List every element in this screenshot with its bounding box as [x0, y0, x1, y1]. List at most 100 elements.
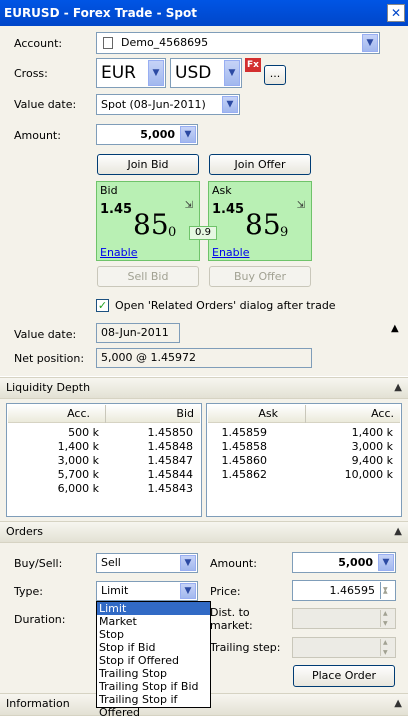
bid-label: Bid [100, 184, 118, 197]
order-amount-value: 5,000 [338, 556, 373, 569]
amount-value: 5,000 [140, 128, 175, 141]
ask-depth-col-acc: Acc. [371, 407, 394, 420]
type-option[interactable]: Trailing Stop [97, 667, 210, 680]
value-date-select[interactable]: Spot (08-Jun-2011) [96, 94, 240, 115]
buysell-select[interactable]: Sell [96, 553, 198, 573]
table-row[interactable]: 1.45860 9,400 k [207, 454, 401, 468]
cross-quote-select[interactable]: USD [170, 58, 242, 88]
bid-depth-col-acc: Acc. [67, 407, 90, 420]
collapse-caret-icon[interactable]: ▲ [394, 694, 402, 714]
table-cell: 1.45844 [147, 468, 194, 481]
ask-big-figure: 1.45 [212, 202, 245, 217]
ask-pips: 85 [245, 208, 281, 241]
bid-fraction: 0 [168, 225, 177, 240]
type-select[interactable]: Limit [96, 581, 198, 601]
chevron-down-icon[interactable] [180, 126, 196, 143]
collapse-caret-icon[interactable]: ▲ [394, 378, 402, 398]
chevron-down-icon[interactable] [180, 555, 196, 571]
spread-badge: 0.9 [189, 226, 217, 240]
table-cell: 1.45848 [147, 440, 194, 453]
table-cell: 9,400 k [351, 454, 393, 467]
type-option[interactable]: Stop [97, 628, 210, 641]
bid-big-figure: 1.45 [100, 202, 133, 217]
bid-quote-tile[interactable]: Bid ⇲ 1.45 85 0 Enable [96, 181, 200, 261]
sell-bid-button[interactable]: Sell Bid [97, 266, 199, 287]
ask-depth-table: Ask Acc. 1.45859 1,400 k 1.45858 3,000 k 1.4… [206, 403, 402, 517]
bid-depth-table-header: Acc. Bid [8, 405, 200, 423]
table-row[interactable]: 500 k 1.45850 [7, 426, 201, 440]
bid-depth-table: Acc. Bid 500 k 1.45850 1,400 k 1.45848 3,000… [6, 403, 202, 517]
table-row[interactable]: 1.45862 10,000 k [207, 468, 401, 482]
net-position-label: Net position: [14, 352, 85, 365]
join-bid-button[interactable]: Join Bid [97, 154, 199, 175]
type-option[interactable]: Limit [97, 602, 210, 615]
type-option[interactable]: Stop if Bid [97, 641, 210, 654]
table-row[interactable]: 1.45859 1,400 k [207, 426, 401, 440]
ask-label: Ask [212, 184, 232, 197]
chevron-down-icon[interactable] [180, 583, 196, 599]
collapse-caret-icon[interactable]: ▲ [394, 522, 402, 542]
table-cell: 3,000 k [57, 454, 99, 467]
type-option[interactable]: Trailing Stop if Bid [97, 680, 210, 693]
table-cell: 1.45859 [221, 426, 268, 439]
type-value: Limit [101, 584, 129, 597]
amount-label: Amount: [14, 129, 61, 142]
trailing-step-stepper[interactable] [292, 637, 396, 658]
type-option[interactable]: Trailing Stop if Offered [97, 693, 210, 716]
table-row[interactable]: 6,000 k 1.45843 [7, 482, 201, 496]
open-related-checkbox[interactable]: ✓ [96, 299, 109, 312]
window-close-button[interactable]: ✕ [387, 4, 405, 22]
order-amount-label: Amount: [210, 557, 257, 570]
chevron-down-icon[interactable] [378, 554, 394, 571]
spinner-icon[interactable] [380, 639, 394, 656]
dist-label-line2: market: [210, 619, 253, 632]
liquidity-depth-header[interactable]: Liquidity Depth ▲ [0, 377, 408, 399]
window-title: EURUSD - Forex Trade - Spot [4, 6, 197, 20]
collapse-caret-icon[interactable]: ▲ [391, 323, 399, 334]
summary-value-date-field: 08-Jun-2011 [96, 323, 180, 343]
type-option[interactable]: Market [97, 615, 210, 628]
ask-depth-col-ask: Ask [258, 407, 278, 420]
type-option[interactable]: Stop if Offered [97, 654, 210, 667]
ask-quote-tile[interactable]: Ask ⇲ 1.45 85 9 Enable [208, 181, 312, 261]
table-cell: 1.45862 [221, 468, 268, 481]
join-offer-button[interactable]: Join Offer [209, 154, 311, 175]
table-row[interactable]: 3,000 k 1.45847 [7, 454, 201, 468]
table-cell: 1,400 k [351, 426, 393, 439]
spinner-icon[interactable] [380, 580, 394, 601]
spinner-icon[interactable] [380, 610, 394, 627]
chevron-down-icon[interactable] [224, 60, 240, 86]
amount-select[interactable]: 5,000 [96, 124, 198, 145]
table-cell: 10,000 k [344, 468, 393, 481]
chevron-down-icon[interactable] [222, 96, 238, 113]
price-value: 1.46595 [329, 584, 376, 597]
window-title-bar: EURUSD - Forex Trade - Spot [0, 0, 408, 26]
account-select[interactable]: Demo_4568695 [96, 32, 380, 54]
place-order-button[interactable]: Place Order [293, 665, 395, 687]
dist-to-market-stepper[interactable] [292, 608, 396, 629]
liquidity-depth-title: Liquidity Depth [6, 381, 91, 394]
account-icon [103, 37, 113, 49]
bid-depth-col-bid: Bid [176, 407, 194, 420]
table-cell: 5,700 k [57, 468, 99, 481]
table-row[interactable]: 1,400 k 1.45848 [7, 440, 201, 454]
price-stepper[interactable]: 1.46595 [292, 580, 396, 601]
table-row[interactable]: 5,700 k 1.45844 [7, 468, 201, 482]
orders-header[interactable]: Orders ▲ [0, 521, 408, 543]
buy-offer-button[interactable]: Buy Offer [209, 266, 311, 287]
summary-value-date-label: Value date: [14, 328, 77, 341]
cross-more-button[interactable]: ... [264, 65, 286, 85]
trailing-step-label: Trailing step: [210, 641, 281, 654]
chevron-down-icon[interactable] [362, 34, 378, 52]
ask-enable-link[interactable]: Enable [212, 246, 249, 259]
cross-base-select[interactable]: EUR [96, 58, 166, 88]
price-label: Price: [210, 585, 241, 598]
order-amount-select[interactable]: 5,000 [292, 552, 396, 573]
chevron-down-icon[interactable] [148, 60, 164, 86]
bid-enable-link[interactable]: Enable [100, 246, 137, 259]
table-row[interactable]: 1.45858 3,000 k [207, 440, 401, 454]
orders-title: Orders [6, 525, 43, 538]
net-position-value: 5,000 @ 1.45972 [101, 351, 196, 364]
table-cell: 3,000 k [351, 440, 393, 453]
trend-arrow-icon: ⇲ [296, 200, 305, 211]
